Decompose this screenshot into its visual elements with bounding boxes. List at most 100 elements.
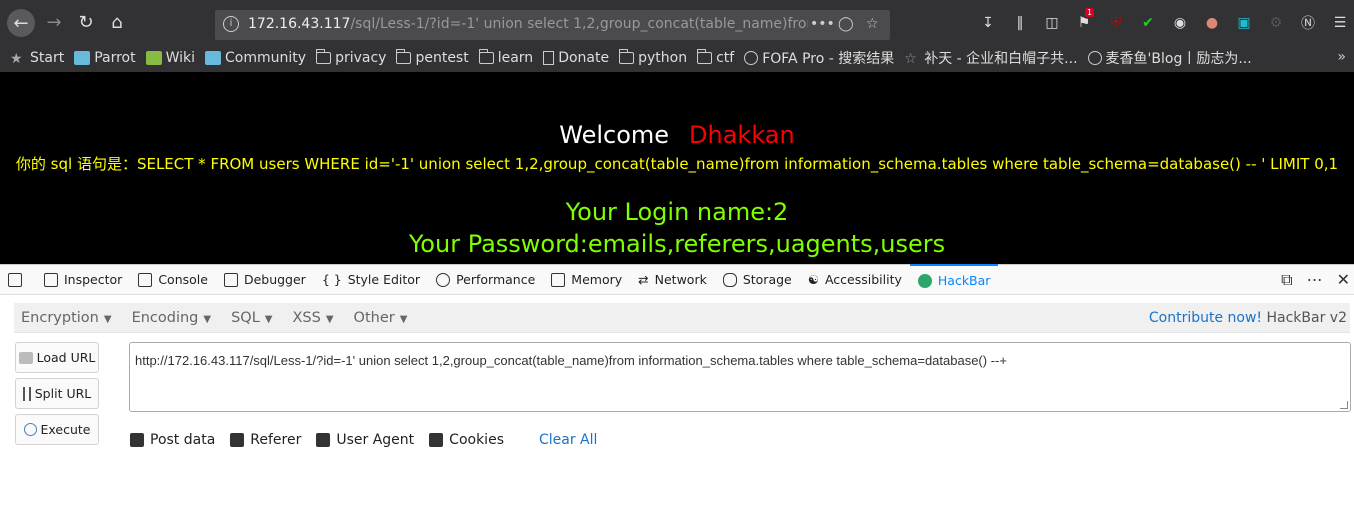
welcome-heading: Welcome Dhakkan	[559, 121, 795, 149]
sql-statement: 你的 sql 语句是：SELECT * FROM users WHERE id=…	[15, 155, 1339, 173]
sidebar-icon[interactable]: ◫	[1043, 14, 1061, 32]
extension-icon[interactable]: ⚙	[1267, 14, 1285, 32]
browser-toolbar: ← → ↻ ⌂ i 172.16.43.117/sql/Less-1/?id=-…	[0, 0, 1354, 44]
tab-storage[interactable]: Storage	[715, 265, 800, 295]
cookie-icon[interactable]: ●	[1203, 14, 1221, 32]
circle-icon[interactable]: ◉	[1171, 14, 1189, 32]
more-options-icon[interactable]: ⋯	[1307, 270, 1323, 290]
tab-network[interactable]: ⇄ Network	[630, 265, 715, 295]
download-icon[interactable]: ↧	[979, 14, 997, 32]
element-picker[interactable]	[0, 265, 36, 295]
split-url-button[interactable]: Split URL	[15, 378, 99, 409]
bookmark-python[interactable]: python	[619, 49, 687, 66]
tab-accessibility[interactable]: ☯ Accessibility	[800, 265, 910, 295]
load-url-button[interactable]: Load URL	[15, 342, 99, 373]
info-icon[interactable]: i	[223, 16, 239, 32]
menu-sql[interactable]: SQL ▼	[231, 310, 272, 326]
login-name: Your Login name:2	[565, 198, 789, 226]
execute-button[interactable]: Execute	[15, 414, 99, 445]
hackbar-options: Post data Referer User Agent Cookies Cle…	[130, 432, 597, 448]
password: Your Password:emails,referers,uagents,us…	[408, 230, 946, 258]
ublock-icon[interactable]: ⛨	[1107, 14, 1125, 32]
bookmark-blog[interactable]: 麦香鱼'Blog丨励志为...	[1087, 48, 1252, 68]
home-button[interactable]: ⌂	[103, 8, 131, 36]
bookmarks-bar: ★ Start Parrot Wiki Community privacy pen…	[0, 44, 1354, 72]
url-textarea[interactable]: http://172.16.43.117/sql/Less-1/?id=-1' …	[129, 342, 1351, 412]
star-icon: ★	[10, 51, 23, 67]
folder-icon	[316, 49, 332, 64]
caret-down-icon: ▼	[103, 313, 112, 325]
forward-button[interactable]: →	[40, 8, 68, 36]
checkbox-icon	[429, 433, 444, 447]
arrow-right-icon: →	[46, 11, 62, 33]
web-page: Welcome Dhakkan 你的 sql 语句是：SELECT * FROM …	[0, 72, 1354, 264]
tab-console[interactable]: Console	[130, 265, 216, 295]
url-bar[interactable]: i 172.16.43.117/sql/Less-1/?id=-1' union…	[215, 10, 890, 40]
network-icon: ⇄	[638, 272, 649, 287]
folder-icon	[619, 49, 635, 64]
tab-inspector[interactable]: Inspector	[36, 265, 130, 295]
storage-icon	[722, 272, 737, 287]
play-icon	[23, 423, 37, 436]
checkbox-cookies[interactable]: Cookies	[429, 432, 504, 448]
bookmark-pentest[interactable]: pentest	[396, 49, 469, 66]
bookmark-wiki[interactable]: Wiki	[145, 50, 195, 66]
bookmark-start[interactable]: ★ Start	[10, 50, 64, 67]
bookmarks-overflow-icon[interactable]: »	[1337, 49, 1346, 65]
caret-down-icon: ▼	[264, 313, 273, 325]
bookmark-ctf[interactable]: ctf	[697, 49, 734, 66]
checkbox-icon	[316, 433, 331, 447]
clear-all-link[interactable]: Clear All	[539, 432, 597, 448]
bookmark-learn[interactable]: learn	[478, 49, 533, 66]
checkbox-icon	[230, 433, 245, 447]
bookmark-fofa[interactable]: FOFA Pro - 搜索结果	[744, 48, 894, 68]
menu-icon[interactable]: ☰	[1331, 14, 1349, 32]
accessibility-icon: ☯	[807, 272, 819, 287]
bookmark-butian[interactable]: ☆ 补天 - 企业和白帽子共...	[904, 48, 1077, 68]
checkbox-post-data[interactable]: Post data	[130, 432, 215, 448]
tab-memory[interactable]: Memory	[543, 265, 630, 295]
checkbox-referer[interactable]: Referer	[230, 432, 301, 448]
url-text[interactable]: 172.16.43.117/sql/Less-1/?id=-1' union s…	[248, 16, 808, 32]
library-icon[interactable]: ‖	[1011, 14, 1029, 32]
m-icon[interactable]: Ⓝ	[1299, 14, 1317, 32]
hackbar-menu: Encryption ▼ Encoding ▼ SQL ▼ XSS ▼ Other ▼ C…	[14, 303, 1350, 333]
bookmark-donate[interactable]: Donate	[543, 50, 609, 66]
welcome-name: Dhakkan	[689, 121, 795, 149]
resize-grip-icon[interactable]	[1340, 401, 1348, 409]
tab-debugger[interactable]: Debugger	[216, 265, 314, 295]
devtools-tab-bar: Inspector Console Debugger { } Style Edit…	[0, 264, 1354, 295]
menu-other[interactable]: Other ▼	[354, 310, 408, 326]
tab-hackbar[interactable]: HackBar	[909, 264, 999, 295]
bookmark-community[interactable]: Community	[205, 50, 306, 66]
check-icon[interactable]: ✔	[1139, 14, 1157, 32]
hackbar-version: HackBar v2	[1266, 310, 1348, 326]
extension-notification-icon[interactable]: ⚑ 1	[1075, 8, 1095, 32]
close-icon[interactable]: ✕	[1337, 270, 1350, 290]
butian-icon: ☆	[904, 51, 917, 67]
pocket-icon[interactable]: ◯	[838, 16, 854, 32]
checkbox-icon	[130, 433, 144, 447]
back-button[interactable]: ←	[7, 9, 35, 37]
save-icon[interactable]: ▣	[1235, 14, 1253, 32]
bookmark-parrot[interactable]: Parrot	[74, 50, 136, 66]
load-icon	[18, 351, 33, 364]
bookmark-privacy[interactable]: privacy	[316, 49, 386, 66]
menu-encryption[interactable]: Encryption ▼	[21, 310, 112, 326]
contribute-link[interactable]: Contribute now!	[1149, 310, 1262, 326]
caret-down-icon: ▼	[203, 313, 212, 325]
inspector-icon	[44, 272, 58, 287]
menu-xss[interactable]: XSS ▼	[293, 310, 334, 326]
checkbox-user-agent[interactable]: User Agent	[316, 432, 414, 448]
tab-style-editor[interactable]: { } Style Editor	[314, 265, 428, 295]
page-actions-icon[interactable]: •••	[810, 16, 835, 32]
menu-encoding[interactable]: Encoding ▼	[132, 310, 212, 326]
devtools-controls: ⧉ ⋯ ✕	[1281, 270, 1354, 290]
memory-icon	[551, 272, 566, 287]
fofa-icon	[744, 51, 759, 65]
parrot-icon	[74, 51, 91, 65]
dock-icon[interactable]: ⧉	[1281, 270, 1292, 290]
bookmark-star-icon[interactable]: ☆	[866, 16, 879, 32]
tab-performance[interactable]: Performance	[428, 265, 543, 295]
reload-button[interactable]: ↻	[72, 8, 100, 36]
